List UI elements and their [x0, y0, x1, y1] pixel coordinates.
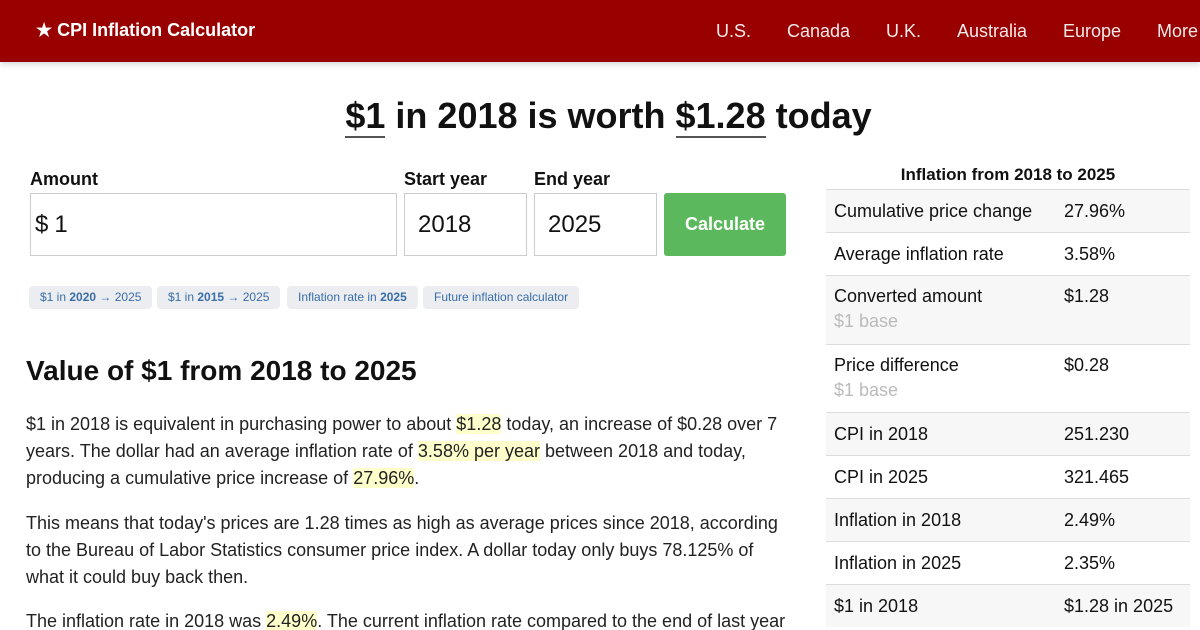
row-label: CPI in 2025 [834, 467, 929, 487]
row-label: Average inflation rate [834, 244, 1004, 264]
headline-result: $1.28 [675, 95, 766, 138]
row-value: 251.230 [1064, 424, 1130, 444]
table-row: $1 in 2018 $1.28 in 2025 [826, 584, 1190, 627]
row-label: Converted amount [834, 286, 983, 306]
chip-bold: 2025 [380, 290, 407, 304]
row-label: Price difference [834, 355, 959, 375]
end-year-input[interactable] [535, 210, 656, 239]
table-row: CPI in 2018 251.230 [826, 412, 1190, 455]
table-title: Inflation from 2018 to 2025 [900, 165, 1116, 184]
top-navigation-bar: ★ CPI Inflation Calculator U.S. Canada U.… [0, 0, 1200, 62]
highlight-avg-rate: 3.58% per year [417, 441, 540, 461]
text: . The current inflation rate compared to… [317, 611, 786, 630]
summary-paragraph: $1 in 2018 is equivalent in purchasing p… [26, 411, 796, 492]
row-label: CPI in 2018 [834, 424, 929, 444]
table-row: Average inflation rate 3.58% [826, 232, 1190, 275]
table-row: Converted amount $1 base $1.28 [826, 275, 1190, 344]
row-value: 2.49% [1064, 510, 1116, 530]
chip-text: $1 in [168, 290, 198, 304]
row-value: $1.28 [1064, 286, 1110, 306]
text: The inflation rate in 2018 was [26, 611, 267, 630]
nav-link-uk[interactable]: U.K. [886, 21, 921, 42]
start-year-input[interactable] [405, 210, 526, 239]
nav-link-us[interactable]: U.S. [716, 21, 751, 42]
page-headline: $1 in 2018 is worth $1.28 today [0, 95, 1200, 138]
table-row: CPI in 2025 321.465 [826, 455, 1190, 498]
chip-text: → 2025 [96, 290, 142, 304]
chip-bold: 2020 [69, 290, 97, 304]
row-sublabel: $1 base [834, 311, 899, 331]
headline-middle: in 2018 is worth [385, 95, 676, 136]
chip-2015-to-2025[interactable]: $1 in 2015 → 2025 [157, 286, 281, 309]
row-label: Inflation in 2025 [834, 553, 962, 573]
amount-field[interactable]: $ [30, 193, 397, 256]
row-label: Inflation in 2018 [834, 510, 962, 530]
chip-inflation-rate-2025[interactable]: Inflation rate in 2025 [287, 286, 418, 309]
chip-text: Inflation rate in [298, 290, 381, 304]
nav-link-more[interactable]: More [1157, 21, 1198, 42]
row-sublabel: $1 base [834, 380, 899, 400]
row-value: 3.58% [1064, 244, 1116, 264]
highlight-cumulative: 27.96% [353, 468, 415, 488]
headline-amount: $1 [345, 95, 386, 138]
table-row: Inflation in 2018 2.49% [826, 498, 1190, 541]
end-year-label: End year [534, 169, 611, 189]
inflation-rate-paragraph: The inflation rate in 2018 was 2.49%. Th… [26, 608, 796, 630]
text: $1 in 2018 is equivalent in purchasing p… [26, 414, 457, 434]
dollar-prefix: $ [35, 210, 49, 238]
start-year-label: Start year [404, 169, 488, 189]
headline-end: today [765, 95, 872, 136]
calculate-button[interactable]: Calculate [664, 193, 786, 256]
section-title: Value of $1 from 2018 to 2025 [26, 355, 417, 386]
row-value: 2.35% [1064, 553, 1116, 573]
row-label: Cumulative price change [834, 201, 1033, 221]
row-value: 321.465 [1064, 467, 1130, 487]
table-row: Inflation in 2025 2.35% [826, 541, 1190, 584]
chip-text: Future inflation calculator [434, 290, 569, 304]
row-label: $1 in 2018 [834, 596, 919, 616]
chip-2020-to-2025[interactable]: $1 in 2020 → 2025 [29, 286, 153, 309]
region-nav: U.S. Canada U.K. Australia Europe More [0, 21, 1200, 43]
nav-link-europe[interactable]: Europe [1063, 21, 1121, 42]
chip-text: $1 in [40, 290, 70, 304]
table-row: Cumulative price change 27.96% [826, 189, 1190, 232]
row-value: $1.28 in 2025 [1064, 596, 1174, 616]
text: . [414, 468, 420, 488]
row-value: 27.96% [1064, 201, 1126, 221]
highlight-converted: $1.28 [456, 414, 502, 434]
end-year-field[interactable] [534, 193, 657, 256]
chip-future-calculator[interactable]: Future inflation calculator [423, 286, 580, 309]
inflation-summary-table: Inflation from 2018 to 2025 Cumulative p… [826, 160, 1190, 627]
amount-label: Amount [30, 169, 98, 189]
start-year-field[interactable] [404, 193, 527, 256]
row-value: $0.28 [1064, 355, 1110, 375]
chip-bold: 2015 [197, 290, 225, 304]
nav-link-australia[interactable]: Australia [957, 21, 1027, 42]
amount-input[interactable] [54, 210, 396, 239]
chip-text: → 2025 [224, 290, 270, 304]
nav-link-canada[interactable]: Canada [787, 21, 850, 42]
table-row: Price difference $1 base $0.28 [826, 344, 1190, 412]
highlight-rate-2018: 2.49% [266, 611, 318, 630]
explanation-paragraph: This means that today's prices are 1.28 … [26, 513, 778, 587]
